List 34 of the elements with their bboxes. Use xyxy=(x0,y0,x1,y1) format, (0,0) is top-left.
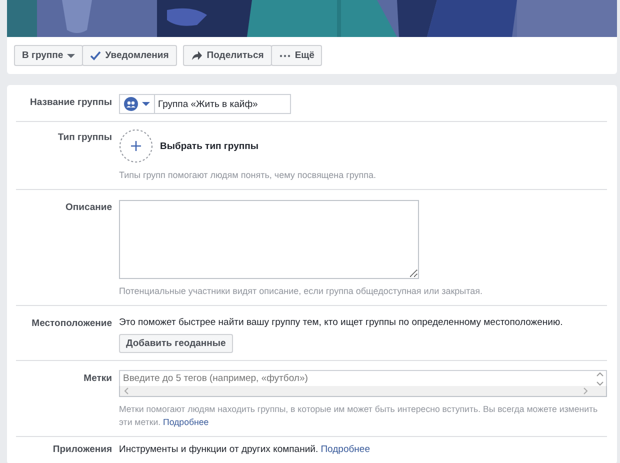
learn-more-link[interactable]: Подробнее xyxy=(163,417,209,427)
notifications-button[interactable]: Уведомления xyxy=(82,45,177,66)
apps-text: Инструменты и функции от других компаний. Подробнее xyxy=(119,443,371,457)
group-icon xyxy=(124,97,138,111)
share-button[interactable]: Поделиться xyxy=(182,45,272,66)
choose-type-link[interactable]: Выбрать тип группы xyxy=(160,140,258,152)
field-label: Описание xyxy=(64,201,113,215)
ellipsis-icon xyxy=(278,52,291,58)
location-text: Это поможет быстрее найти вашу группу тем, кто ищет группы по определенному местоположению. xyxy=(119,316,564,330)
field-label: Метки xyxy=(82,372,113,386)
hint-text: Типы групп помогают людям понять, чему посвящена группа. xyxy=(119,169,378,182)
field-label: Тип группы xyxy=(56,131,113,145)
tags-field[interactable]: Введите до 5 тегов (например, «футбол») xyxy=(119,370,607,386)
membership-dropdown[interactable]: В группе xyxy=(14,45,84,66)
more-button[interactable]: Ещё xyxy=(270,45,322,66)
scroll-arrows-icon xyxy=(596,372,604,386)
horizontal-scrollbar[interactable] xyxy=(119,386,607,397)
learn-more-link[interactable]: Подробнее xyxy=(320,444,370,455)
share-arrow-icon xyxy=(190,50,203,61)
check-icon xyxy=(90,50,102,61)
scroll-left-icon xyxy=(124,387,129,395)
field-label: Приложения xyxy=(52,443,113,457)
hint-text: Потенциальные участники видят описание, если группа общедоступная или закрытая. xyxy=(119,285,484,298)
field-label: Название группы xyxy=(29,96,113,110)
add-type-icon xyxy=(119,129,153,163)
caret-icon xyxy=(67,54,76,58)
add-location-button[interactable]: Добавить геоданные xyxy=(119,334,233,353)
caret-icon xyxy=(142,102,150,106)
group-name-field[interactable]: Группа «Жить в кайф» xyxy=(155,94,291,114)
field-label: Местоположение xyxy=(30,317,113,331)
scroll-right-icon xyxy=(583,387,588,395)
hint-text: Метки помогают людям находить группы, в которые им может быть интересно вступить. Вы всегда можете изменить эти метки. Подробнее xyxy=(119,403,599,429)
privacy-dropdown[interactable] xyxy=(119,94,155,114)
description-field[interactable] xyxy=(119,200,419,279)
